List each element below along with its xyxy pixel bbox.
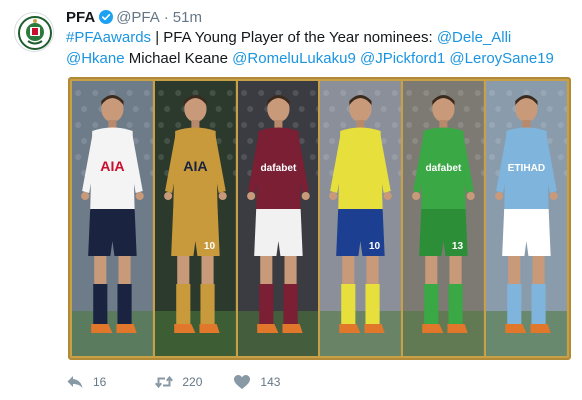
tweet-text-segment: Michael Keane: [124, 50, 233, 67]
player-photo-alli: AIA: [72, 81, 153, 356]
tweet-link[interactable]: @LeroySane19: [449, 50, 553, 67]
reply-count: 16: [93, 375, 107, 389]
player-collage: AIA AIA 10 dafabet 10 dafabet 13 ETIHAD 19: [72, 81, 567, 356]
reply-icon: [67, 376, 83, 388]
tweet-header: PFA @PFA · 51m: [66, 8, 202, 26]
pfa-crest-logo: [16, 14, 53, 51]
player-figure: ETIHAD 19: [486, 81, 567, 356]
retweet-icon: [155, 375, 174, 389]
player-figure: dafabet 13: [403, 81, 485, 356]
separator-dot: ·: [163, 8, 169, 26]
player-figure: AIA 10: [154, 81, 236, 356]
player-figure: 10: [320, 81, 402, 356]
tweet-card[interactable]: PFA @PFA · 51m #PFAawards | PFA Young Pl…: [0, 0, 582, 400]
retweet-count: 220: [182, 375, 203, 389]
reply-button[interactable]: 16: [66, 374, 106, 390]
verified-badge-icon: [99, 10, 114, 24]
avatar[interactable]: [14, 12, 54, 52]
shirt-sponsor-text: AIA: [100, 158, 124, 174]
like-button[interactable]: 143: [233, 374, 280, 390]
author-name[interactable]: PFA: [66, 9, 95, 26]
shorts-number-text: 10: [369, 241, 381, 252]
shirt-sponsor-text: AIA: [183, 158, 207, 174]
player-photo-sane: ETIHAD 19: [486, 81, 567, 356]
retweet-button[interactable]: 220: [155, 374, 202, 390]
shirt-sponsor-text: dafabet: [426, 163, 463, 174]
shorts-number-text: 10: [204, 241, 216, 252]
tweet-link[interactable]: @Dele_Alli: [437, 29, 511, 46]
media-image[interactable]: AIA AIA 10 dafabet 10 dafabet 13 ETIHAD 19: [68, 77, 571, 360]
shirt-sponsor-text: dafabet: [260, 163, 297, 174]
tweet-link[interactable]: @JPickford1: [360, 50, 445, 67]
player-photo-pickford: dafabet 13: [403, 81, 485, 356]
shorts-number-text: 19: [535, 241, 547, 252]
tweet-actions: 16 220 143: [66, 372, 280, 392]
player-photo-keane: dafabet: [237, 81, 319, 356]
tweet-text-segment: | PFA Young Player of the Year nominees:: [151, 29, 437, 46]
player-figure: AIA: [72, 81, 153, 356]
player-photo-kane: AIA 10: [154, 81, 236, 356]
heart-icon: [234, 375, 251, 389]
shorts-number-text: 13: [452, 241, 464, 252]
author-handle[interactable]: @PFA: [116, 9, 160, 26]
tweet-link[interactable]: @RomeluLukaku9: [232, 50, 356, 67]
tweet-link[interactable]: #PFAawards: [66, 29, 151, 46]
timestamp[interactable]: 51m: [173, 9, 202, 26]
tweet-text: #PFAawards | PFA Young Player of the Yea…: [66, 27, 572, 69]
tweet-link[interactable]: @Hkane: [66, 50, 125, 67]
shirt-sponsor-text: ETIHAD: [508, 163, 546, 174]
player-figure: dafabet: [237, 81, 319, 356]
player-photo-lukaku: 10: [320, 81, 402, 356]
like-count: 143: [260, 375, 281, 389]
